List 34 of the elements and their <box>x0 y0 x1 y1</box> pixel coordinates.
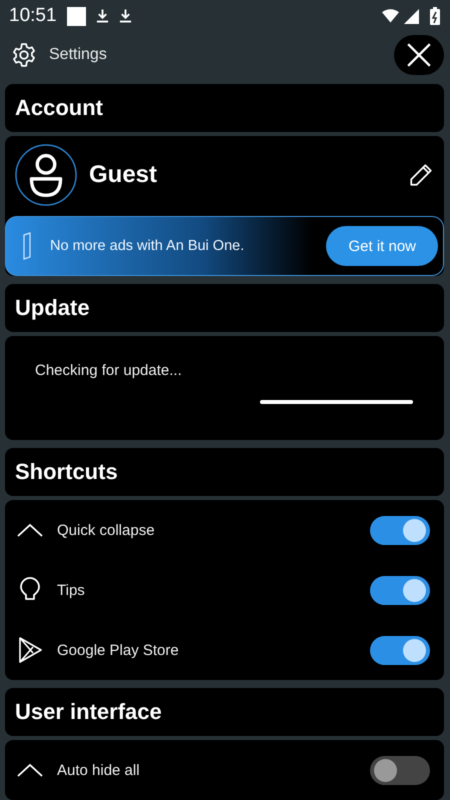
section-title: Update <box>15 295 90 321</box>
signal-icon <box>403 8 420 24</box>
setting-label: Quick collapse <box>57 522 155 538</box>
setting-label: Google Play Store <box>57 642 179 658</box>
download-icon <box>118 8 132 24</box>
setting-label: Tips <box>57 582 85 598</box>
section-title: Account <box>15 95 103 121</box>
notification-icon <box>66 6 86 26</box>
promo-text: No more ads with An Bui One. <box>50 238 244 254</box>
chevron-up-icon <box>17 764 43 776</box>
section-title: User interface <box>15 699 162 725</box>
phone-icon <box>22 232 32 260</box>
battery-icon <box>430 7 440 25</box>
chevron-up-icon <box>17 524 43 536</box>
pencil-icon[interactable] <box>408 162 434 188</box>
wifi-icon <box>382 8 399 24</box>
section-title: Shortcuts <box>15 459 118 485</box>
user-name: Guest <box>89 161 158 189</box>
avatar-icon <box>15 144 77 206</box>
lightbulb-icon <box>17 577 43 603</box>
toggle-switch[interactable] <box>370 756 430 784</box>
play-icon <box>17 637 43 663</box>
toggle-switch[interactable] <box>370 516 430 544</box>
toggle-switch[interactable] <box>370 576 430 604</box>
update-status: Checking for update... <box>35 362 182 379</box>
close-button[interactable] <box>394 35 444 75</box>
settings-icon <box>11 42 37 68</box>
toggle-switch[interactable] <box>370 636 430 664</box>
get-it-now-button[interactable]: Get it now <box>326 226 438 266</box>
screen-title: Settings <box>49 46 107 64</box>
setting-label: Auto hide all <box>57 762 140 778</box>
status-time: 10:51 <box>9 5 57 27</box>
close-icon <box>406 42 432 68</box>
download-icon <box>96 8 109 24</box>
